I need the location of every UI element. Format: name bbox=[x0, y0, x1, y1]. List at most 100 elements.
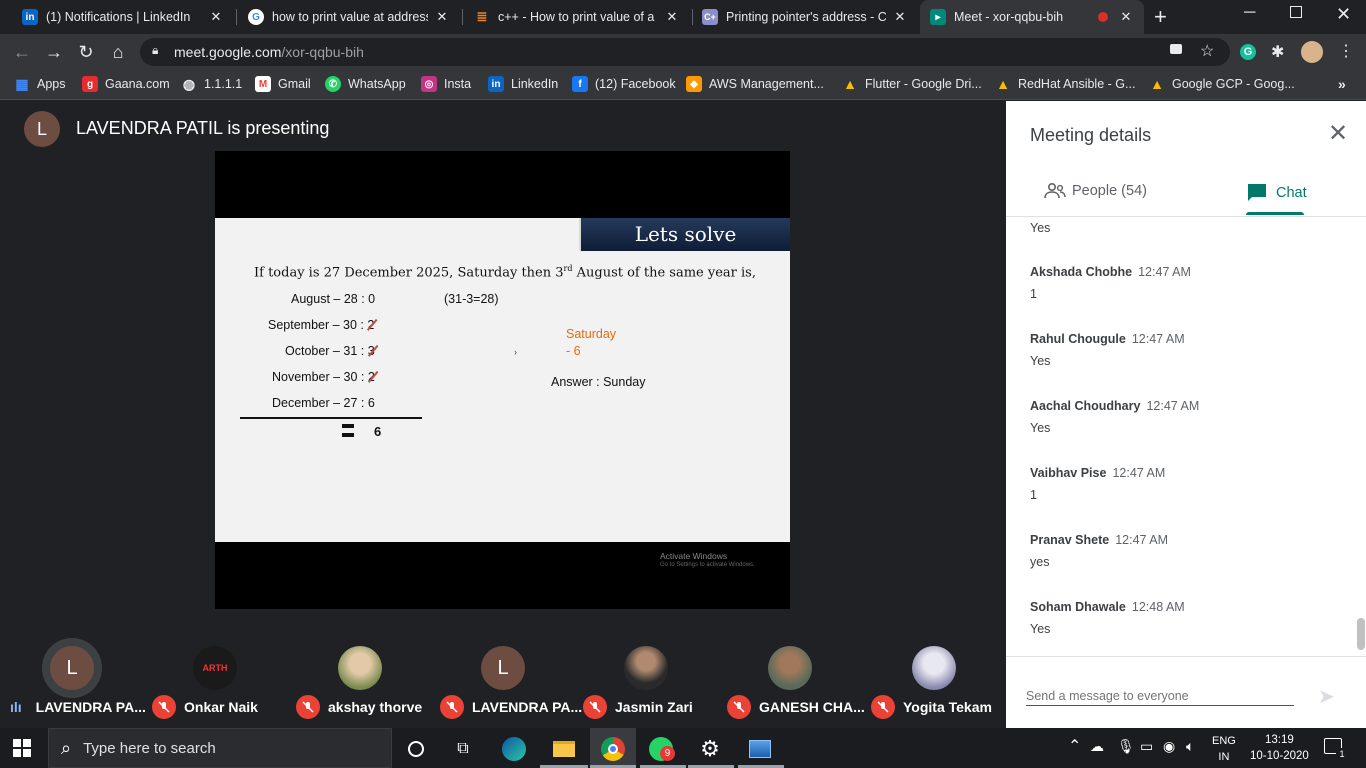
cortana-icon[interactable] bbox=[403, 736, 429, 762]
row-value-struck: 2 bbox=[367, 370, 375, 384]
close-tab-icon[interactable]: ✕ bbox=[434, 9, 450, 25]
new-tab-button[interactable]: + bbox=[1154, 4, 1167, 30]
tab-cplusplus[interactable]: C+ Printing pointer's address - C+ ✕ bbox=[692, 0, 918, 34]
chat-message: Soham Dhawale 12:48 AM Yes bbox=[1030, 598, 1185, 636]
bookmark-facebook[interactable]: f (12) Facebook bbox=[572, 76, 676, 92]
settings-gear-icon[interactable]: ⚙ bbox=[697, 736, 723, 762]
restore-button[interactable] bbox=[1290, 6, 1302, 18]
bookmark-gmail[interactable]: M Gmail bbox=[255, 76, 311, 92]
menu-icon[interactable]: ⋮ bbox=[1338, 41, 1354, 61]
tab-title: c++ - How to print value of a V bbox=[498, 10, 658, 24]
close-window-button[interactable]: ✕ bbox=[1336, 4, 1351, 25]
close-tab-icon[interactable]: ✕ bbox=[664, 9, 680, 25]
network-icon[interactable]: ◉ bbox=[1163, 738, 1175, 755]
bookmarks-overflow-icon[interactable]: » bbox=[1338, 76, 1346, 92]
bookmark-apps[interactable]: ▦ Apps bbox=[14, 76, 65, 92]
chat-message-list[interactable]: Yes Akshada Chobhe 12:47 AM 1 Rahul Chougu… bbox=[1006, 217, 1366, 655]
notification-count: 1 bbox=[1336, 748, 1348, 760]
photos-icon[interactable] bbox=[747, 736, 773, 762]
battery-icon[interactable]: ▭ bbox=[1140, 738, 1153, 755]
people-tab-label: People (54) bbox=[1072, 183, 1147, 199]
participant-photo[interactable] bbox=[912, 646, 956, 690]
close-tab-icon[interactable]: ✕ bbox=[208, 9, 224, 25]
mic-off-icon bbox=[871, 695, 895, 719]
bookmark-gaana[interactable]: g Gaana.com bbox=[82, 76, 170, 92]
presenter-label: LAVENDRA PATIL is presenting bbox=[76, 118, 330, 138]
bookmark-label: AWS Management... bbox=[709, 77, 824, 91]
participant-name: LAVENDRA PA... bbox=[440, 695, 582, 719]
windows-start-icon[interactable] bbox=[12, 738, 32, 758]
extensions-icon[interactable]: ✱ bbox=[1271, 42, 1284, 62]
chrome-icon[interactable] bbox=[600, 736, 626, 762]
tray-overflow-chevron-icon[interactable]: ⌃ bbox=[1068, 736, 1081, 756]
message-text: Yes bbox=[1030, 221, 1051, 235]
tab-meet[interactable]: ▸ Meet - xor-qqbu-bih ✕ bbox=[920, 0, 1144, 34]
google-icon: G bbox=[248, 9, 264, 25]
language-indicator[interactable]: ENG IN bbox=[1212, 733, 1236, 765]
grammarly-icon[interactable]: G bbox=[1240, 44, 1256, 60]
search-placeholder: Type here to search bbox=[83, 739, 216, 757]
close-panel-icon[interactable]: ✕ bbox=[1328, 122, 1348, 146]
participant-photo[interactable] bbox=[338, 646, 382, 690]
participant-avatar[interactable]: ARTH bbox=[193, 646, 237, 690]
address-bar[interactable]: 🔒︎ meet.google.com/xor-qqbu-bih ☆ bbox=[140, 38, 1230, 66]
volume-icon[interactable]: 🔈︎ bbox=[1186, 738, 1194, 755]
speaking-indicator-icon: ılı bbox=[10, 699, 22, 715]
participant-photo[interactable] bbox=[768, 646, 812, 690]
reload-button[interactable]: ↻ bbox=[74, 40, 98, 64]
send-icon[interactable]: ➤ bbox=[1318, 684, 1335, 709]
bookmarks-bar: ▦ Apps g Gaana.com ◍ 1.1.1.1 M Gmail ✆ WhatsA… bbox=[0, 70, 1366, 100]
back-button[interactable]: ← bbox=[10, 40, 34, 64]
minimize-button[interactable]: ─ bbox=[1244, 4, 1255, 22]
row-november: November – 30 : 2 bbox=[272, 370, 375, 384]
bookmark-linkedin[interactable]: in LinkedIn bbox=[488, 76, 558, 92]
tab-linkedin[interactable]: in (1) Notifications | LinkedIn ✕ bbox=[12, 0, 234, 34]
file-explorer-icon[interactable] bbox=[551, 736, 577, 762]
meet-icon: ▸ bbox=[930, 9, 946, 25]
bookmark-instagram[interactable]: ◎ Insta bbox=[421, 76, 471, 92]
chat-message-input[interactable] bbox=[1026, 686, 1294, 706]
mic-off-icon bbox=[727, 695, 751, 719]
bookmark-whatsapp[interactable]: ✆ WhatsApp bbox=[325, 76, 406, 92]
bookmark-ansible-drive[interactable]: ▲ RedHat Ansible - G... bbox=[995, 76, 1135, 92]
microphone-icon[interactable]: 🎙︎ bbox=[1117, 738, 1135, 755]
bookmark-label: Flutter - Google Dri... bbox=[865, 77, 982, 91]
close-tab-icon[interactable]: ✕ bbox=[892, 9, 908, 25]
clock[interactable]: 13:19 10-10-2020 bbox=[1250, 732, 1309, 764]
participant-name-text: LAVENDRA PA... bbox=[35, 699, 146, 715]
profile-avatar[interactable] bbox=[1301, 41, 1323, 63]
linkedin-icon: in bbox=[488, 76, 504, 92]
participant-photo[interactable] bbox=[624, 646, 668, 690]
active-tab-indicator bbox=[1246, 212, 1304, 215]
presenter-avatar: L bbox=[24, 111, 60, 147]
close-tab-icon[interactable]: ✕ bbox=[1118, 9, 1134, 25]
home-button[interactable]: ⌂ bbox=[106, 40, 130, 64]
tab-people[interactable]: People (54) bbox=[1044, 183, 1147, 199]
tab-stackoverflow[interactable]: ≣ c++ - How to print value of a V ✕ bbox=[464, 0, 690, 34]
taskbar-search-box[interactable]: ⌕ Type here to search bbox=[48, 728, 392, 768]
participant-name-text: LAVENDRA PA... bbox=[472, 699, 583, 715]
participant-avatar[interactable]: L bbox=[481, 646, 525, 690]
onedrive-icon[interactable]: ☁ bbox=[1090, 738, 1104, 755]
star-icon[interactable]: ☆ bbox=[1200, 41, 1214, 61]
bookmark-aws[interactable]: ◆ AWS Management... bbox=[686, 76, 824, 92]
task-view-icon[interactable]: ⧉ bbox=[450, 736, 476, 762]
bookmark-label: LinkedIn bbox=[511, 77, 559, 91]
chat-scrollbar[interactable] bbox=[1357, 618, 1365, 650]
bookmark-cloudflare[interactable]: ◍ 1.1.1.1 bbox=[181, 76, 242, 92]
bookmark-flutter-drive[interactable]: ▲ Flutter - Google Dri... bbox=[842, 76, 982, 92]
camera-icon[interactable] bbox=[1170, 44, 1182, 54]
slide: Lets solve If today is 27 December 2025,… bbox=[215, 218, 790, 542]
message-time: 12:47 AM bbox=[1138, 265, 1191, 279]
tab-title: (1) Notifications | LinkedIn bbox=[46, 10, 191, 24]
message-text: Yes bbox=[1030, 421, 1051, 435]
bookmark-label: (12) Facebook bbox=[595, 77, 676, 91]
result-day: Saturday bbox=[566, 327, 617, 341]
bookmark-gcp-drive[interactable]: ▲ Google GCP - Goog... bbox=[1149, 76, 1295, 92]
edge-icon[interactable] bbox=[501, 736, 527, 762]
forward-button[interactable]: → bbox=[42, 40, 66, 64]
tab-google-search[interactable]: G how to print value at address i ✕ bbox=[238, 0, 460, 34]
row-value: 6 bbox=[367, 396, 375, 410]
row-label: December – 27 : bbox=[272, 396, 368, 410]
tab-chat[interactable]: Chat bbox=[1247, 183, 1307, 203]
